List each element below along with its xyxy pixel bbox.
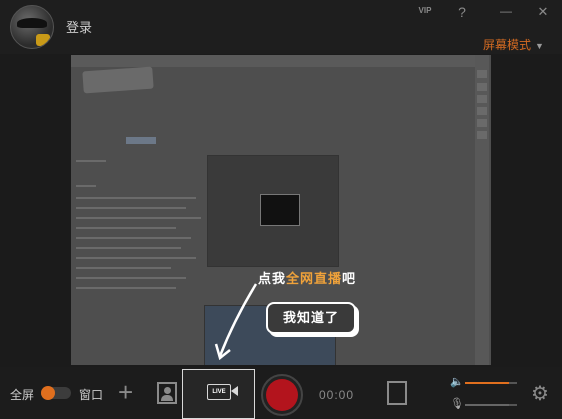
close-icon[interactable]: ✕	[534, 4, 552, 20]
live-tip-highlight: 全网直播	[286, 271, 343, 286]
live-icon: LIVE	[207, 384, 231, 400]
record-timer: 00:00	[319, 388, 355, 402]
camera-icon[interactable]	[157, 382, 177, 404]
preview-text-line	[76, 287, 176, 289]
speaker-volume-slider[interactable]	[465, 382, 517, 384]
record-button[interactable]	[261, 374, 303, 416]
mic-volume-slider[interactable]	[465, 404, 517, 406]
speaker-icon[interactable]: 🔈	[450, 375, 464, 388]
record-icon	[266, 379, 298, 411]
live-tip: 点我全网直播吧	[258, 268, 356, 287]
preview-scrollbar	[475, 55, 489, 365]
login-link[interactable]: 登录	[66, 17, 92, 36]
preview-text-line	[76, 237, 191, 239]
preview-text-line	[76, 247, 181, 249]
minimize-icon[interactable]: —	[497, 4, 515, 18]
help-icon[interactable]: ?	[453, 4, 471, 20]
preview-button	[126, 137, 156, 144]
mic-icon[interactable]: 🎙	[450, 397, 464, 410]
chevron-down-icon: ▼	[535, 41, 544, 51]
preview-text-line	[76, 207, 186, 209]
preview-browser-tabs	[71, 55, 475, 67]
window-label: 窗口	[79, 388, 104, 402]
fullscreen-window-toggle[interactable]	[41, 386, 71, 400]
pointer-arrow-icon	[214, 283, 258, 361]
preview-text-line	[76, 197, 196, 199]
fullscreen-label: 全屏	[10, 388, 35, 402]
vip-icon[interactable]: VIP	[416, 6, 434, 15]
preview-nested-window	[207, 155, 339, 267]
preview-text-line	[76, 277, 186, 279]
mode-label: 屏幕模式	[483, 38, 532, 52]
live-button[interactable]: LIVE	[182, 369, 255, 419]
mode-selector[interactable]: 屏幕模式 ▼	[483, 36, 544, 53]
preview-text-line	[76, 257, 196, 259]
preview-text-line	[76, 227, 176, 229]
add-source-button[interactable]: +	[118, 377, 133, 407]
film-icon[interactable]	[387, 381, 407, 405]
preview-logo	[82, 66, 154, 94]
avatar[interactable]	[10, 5, 54, 49]
preview-text-line	[76, 267, 171, 269]
preview-text-line	[76, 185, 96, 187]
preview-text-line	[76, 217, 201, 219]
preview-text-line	[76, 160, 106, 162]
got-it-button[interactable]: 我知道了	[266, 302, 356, 334]
live-tip-suffix: 吧	[342, 271, 357, 286]
gear-icon[interactable]: ⚙	[531, 381, 549, 406]
